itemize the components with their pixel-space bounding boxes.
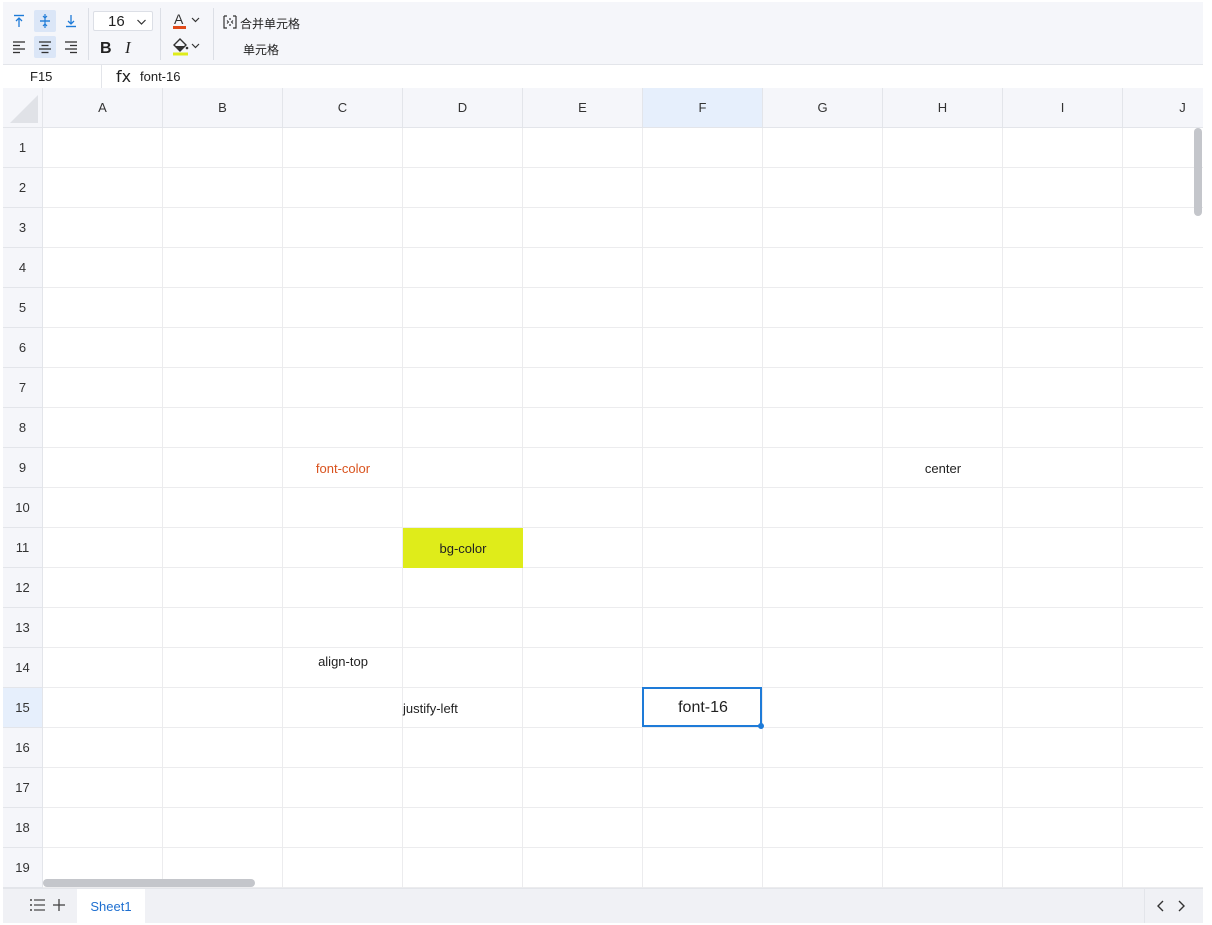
align-top-icon[interactable] (8, 10, 30, 32)
svg-text:I: I (124, 39, 132, 55)
row-header-15[interactable]: 15 (3, 688, 43, 728)
fill-handle[interactable] (758, 723, 764, 729)
unmerge-cells-button[interactable]: 单元格 (243, 41, 279, 58)
cell-D15[interactable]: justify-left (403, 688, 523, 728)
align-left-icon[interactable] (8, 36, 30, 58)
row-header-6[interactable]: 6 (3, 328, 43, 368)
column-header-B[interactable]: B (163, 88, 283, 128)
row-header-11[interactable]: 11 (3, 528, 43, 568)
column-header-F[interactable]: F (643, 88, 763, 128)
column-header-H[interactable]: H (883, 88, 1003, 128)
merge-cells-label: 合并单元格 (240, 16, 301, 31)
toolbar: 16 B I A 合并单元格 单元格 (3, 2, 1203, 65)
sheet-list-icon[interactable] (29, 897, 47, 918)
horizontal-scrollbar[interactable] (43, 879, 255, 887)
row-header-14[interactable]: 14 (3, 648, 43, 688)
row-header-16[interactable]: 16 (3, 728, 43, 768)
sheet-bar: Sheet1 (3, 888, 1203, 923)
row-header-1[interactable]: 1 (3, 128, 43, 168)
toolbar-divider (213, 8, 214, 60)
toolbar-divider (88, 8, 89, 60)
row-header-13[interactable]: 13 (3, 608, 43, 648)
row-header-7[interactable]: 7 (3, 368, 43, 408)
row-header-2[interactable]: 2 (3, 168, 43, 208)
row-header-9[interactable]: 9 (3, 448, 43, 488)
cell-C9[interactable]: font-color (283, 448, 403, 488)
toolbar-divider (160, 8, 161, 60)
vertical-scrollbar[interactable] (1194, 128, 1202, 216)
column-header-J[interactable]: J (1123, 88, 1203, 128)
chevron-right-icon[interactable] (1175, 899, 1187, 918)
column-header-A[interactable]: A (43, 88, 163, 128)
align-middle-icon[interactable] (34, 10, 56, 32)
sheet-tab-sheet1[interactable]: Sheet1 (77, 889, 145, 923)
column-header-G[interactable]: G (763, 88, 883, 128)
column-header-E[interactable]: E (523, 88, 643, 128)
fx-icon: fx (116, 67, 132, 86)
svg-text:A: A (174, 11, 184, 27)
svg-text:B: B (100, 40, 112, 55)
row-header-12[interactable]: 12 (3, 568, 43, 608)
merge-cells-icon (223, 14, 237, 32)
chevron-left-icon[interactable] (1155, 899, 1167, 918)
chevron-down-icon (136, 15, 147, 32)
add-sheet-icon[interactable] (51, 897, 67, 918)
row-header-4[interactable]: 4 (3, 248, 43, 288)
align-bottom-icon[interactable] (60, 10, 82, 32)
row-header-10[interactable]: 10 (3, 488, 43, 528)
row-header-8[interactable]: 8 (3, 408, 43, 448)
sheet-grid: ABCDEFGHIJ 1 2 3 4 5 6 7 8 9 10 11 12 13 14 15 16 17 18 19… (3, 88, 1203, 888)
fill-color-icon[interactable] (170, 36, 204, 58)
formula-input[interactable]: font-16 (140, 65, 180, 88)
column-header-D[interactable]: D (403, 88, 523, 128)
row-header-3[interactable]: 3 (3, 208, 43, 248)
cell-area[interactable]: font-color center bg-color align-top jus… (43, 128, 1203, 888)
column-header-C[interactable]: C (283, 88, 403, 128)
cell-H9[interactable]: center (883, 448, 1003, 488)
cell-reference-box[interactable]: F15 (3, 65, 102, 88)
spreadsheet-app: 16 B I A 合并单元格 单元格 F15 fx font-16 A B C … (3, 2, 1203, 923)
row-header-5[interactable]: 5 (3, 288, 43, 328)
row-header-18[interactable]: 18 (3, 808, 43, 848)
merge-cells-button[interactable]: 合并单元格 (223, 14, 300, 32)
sheet-nav (1144, 889, 1203, 923)
align-center-icon[interactable] (34, 36, 56, 58)
font-size-select[interactable]: 16 (93, 11, 153, 31)
row-header-17[interactable]: 17 (3, 768, 43, 808)
select-all-corner[interactable] (3, 88, 43, 128)
font-size-value: 16 (108, 12, 125, 30)
align-right-icon[interactable] (60, 36, 82, 58)
row-header-19[interactable]: 19 (3, 848, 43, 888)
italic-icon[interactable]: I (118, 36, 140, 58)
bold-icon[interactable]: B (94, 36, 116, 58)
selected-cell-outline (642, 687, 764, 729)
font-color-icon[interactable]: A (170, 10, 204, 32)
cell-C14[interactable]: align-top (283, 648, 403, 688)
formula-bar: F15 fx font-16 (3, 65, 1203, 89)
cell-D11[interactable]: bg-color (403, 528, 523, 568)
column-header-I[interactable]: I (1003, 88, 1123, 128)
